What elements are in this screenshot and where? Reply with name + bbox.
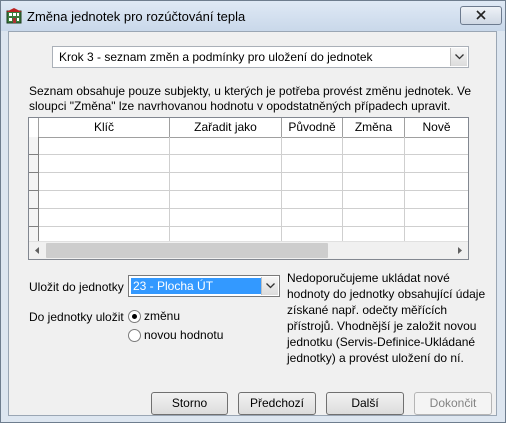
- chevron-right-icon: [458, 247, 462, 254]
- close-icon: [476, 10, 486, 20]
- dialog-window: Změna jednotek pro rozúčtování tepla Kro…: [0, 0, 506, 423]
- next-button[interactable]: Další: [326, 392, 404, 415]
- description-text: Seznam obsahuje pouze subjekty, u kterýc…: [29, 84, 472, 113]
- grid-lines: [39, 137, 468, 243]
- save-to-label: Uložit do jednotky: [29, 280, 124, 294]
- col-header-klic[interactable]: Klíč: [39, 118, 170, 137]
- finish-button[interactable]: Dokončit: [414, 392, 492, 415]
- radio-button-checked[interactable]: [128, 310, 141, 323]
- save-mode-label: Do jednotky uložit: [29, 310, 124, 324]
- grid-corner-header: [29, 118, 39, 137]
- col-header-zaradit-jako[interactable]: Zařadit jako: [170, 118, 282, 137]
- chevron-left-icon: [35, 247, 39, 254]
- previous-button[interactable]: Předchozí: [238, 392, 316, 415]
- app-icon: [6, 8, 22, 24]
- changes-grid[interactable]: Klíč Zařadit jako Původně Změna Nově: [28, 117, 469, 260]
- dialog-client-area: Krok 3 - seznam změn a podmínky pro ulož…: [8, 31, 497, 416]
- window-title: Změna jednotek pro rozúčtování tepla: [27, 9, 246, 24]
- grid-horizontal-scrollbar[interactable]: [29, 241, 468, 259]
- step-select-value: Krok 3 - seznam změn a podmínky pro ulož…: [59, 50, 373, 64]
- title-bar[interactable]: Změna jednotek pro rozúčtování tepla: [1, 1, 505, 31]
- close-button[interactable]: [460, 6, 502, 25]
- warning-note: Nedoporučujeme ukládat nové hodnoty do j…: [287, 271, 486, 365]
- chevron-down-icon: [455, 54, 464, 60]
- storno-button[interactable]: Storno: [151, 392, 228, 415]
- chevron-down-icon: [266, 283, 275, 289]
- scroll-left-button[interactable]: [29, 242, 46, 259]
- scroll-thumb[interactable]: [46, 243, 328, 258]
- radio-label-nova-hodnota: novou hodnotu: [144, 328, 224, 342]
- radio-label-zmena: změnu: [144, 309, 181, 323]
- col-header-puvodne[interactable]: Původně: [282, 118, 343, 137]
- step-select-dropdown-button[interactable]: [450, 48, 467, 66]
- save-to-unit-value: 23 - Plocha ÚT: [131, 278, 261, 294]
- save-to-unit-select[interactable]: 23 - Plocha ÚT: [128, 275, 280, 297]
- save-to-unit-dropdown-button[interactable]: [261, 277, 278, 295]
- grid-header: Klíč Zařadit jako Původně Změna Nově: [29, 118, 468, 138]
- radio-dot: [132, 314, 137, 319]
- radio-button-unchecked[interactable]: [128, 329, 141, 342]
- col-header-nove[interactable]: Nově: [405, 118, 468, 137]
- scroll-right-button[interactable]: [451, 242, 468, 259]
- col-header-zmena[interactable]: Změna: [343, 118, 405, 137]
- step-select[interactable]: Krok 3 - seznam změn a podmínky pro ulož…: [52, 46, 469, 68]
